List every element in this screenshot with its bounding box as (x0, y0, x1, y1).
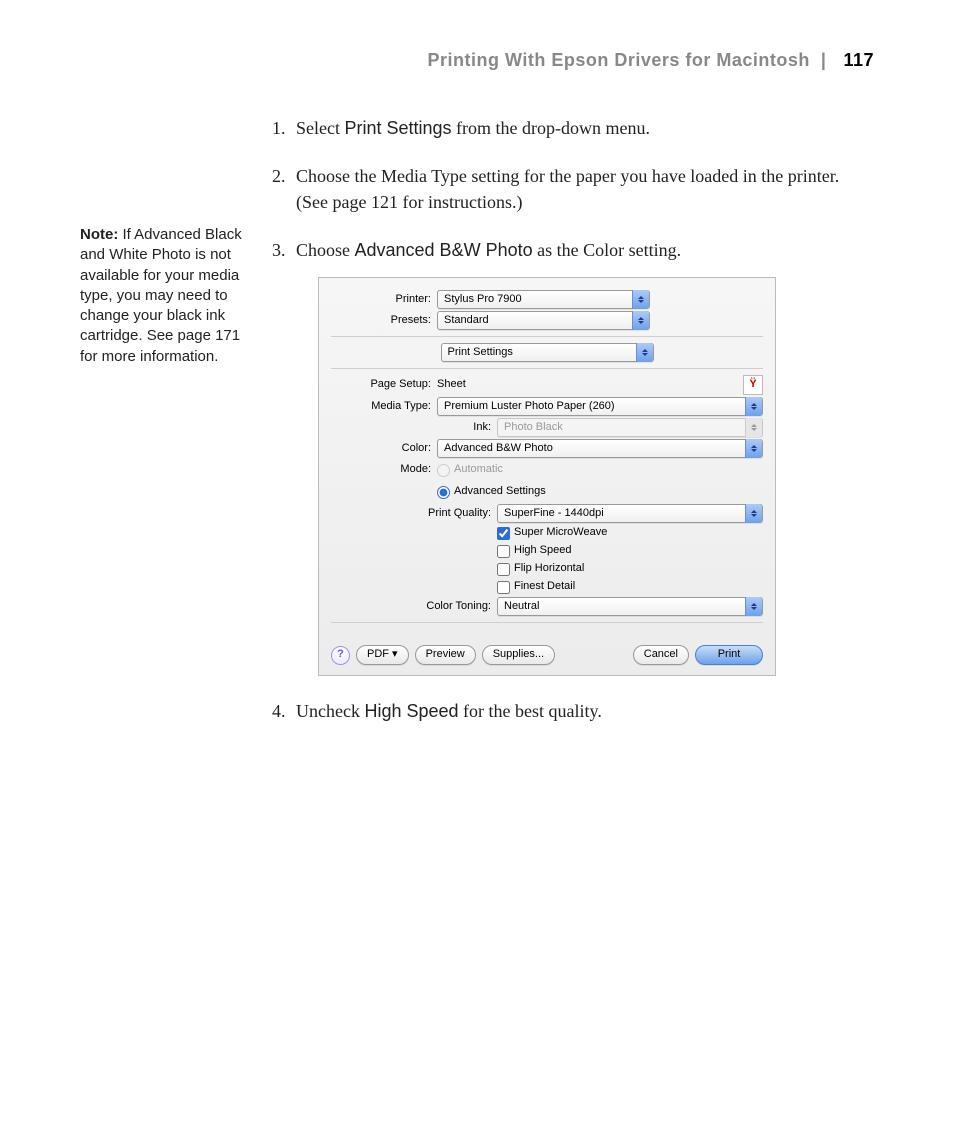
super-microweave-checkbox[interactable]: Super MicroWeave (497, 525, 763, 541)
page-header: Printing With Epson Drivers for Macintos… (80, 50, 874, 71)
chevron-updown-icon (745, 439, 762, 458)
step-4: Uncheck High Speed for the best quality. (290, 698, 874, 724)
chevron-updown-icon (745, 418, 762, 437)
print-dialog: Printer: Stylus Pro 7900 Presets: Standa… (318, 277, 776, 676)
note-text: If Advanced Black and White Photo is not… (80, 226, 242, 365)
flip-horizontal-checkbox[interactable]: Flip Horizontal (497, 561, 763, 577)
step-3: Choose Advanced B&W Photo as the Color s… (290, 237, 874, 676)
step-1: Select Print Settings from the drop-down… (290, 115, 874, 141)
mode-automatic-radio[interactable]: Automatic (437, 462, 503, 478)
label-printer: Printer: (331, 292, 437, 308)
supplies-button[interactable]: Supplies... (482, 645, 555, 665)
chevron-updown-icon (745, 397, 762, 416)
chevron-updown-icon (632, 290, 649, 309)
help-button[interactable]: ? (331, 646, 350, 665)
label-presets: Presets: (331, 313, 437, 329)
chevron-updown-icon (745, 504, 762, 523)
note-label: Note: (80, 226, 118, 243)
high-speed-checkbox[interactable]: High Speed (497, 543, 763, 559)
printer-select[interactable]: Stylus Pro 7900 (437, 290, 650, 309)
finest-detail-checkbox[interactable]: Finest Detail (497, 579, 763, 595)
instruction-list: Select Print Settings from the drop-down… (250, 115, 874, 724)
ui-term-print-settings: Print Settings (344, 118, 451, 138)
page-setup-value: Sheet (437, 377, 466, 393)
label-mode: Mode: (331, 462, 437, 478)
chapter-title: Printing With Epson Drivers for Macintos… (428, 50, 810, 70)
label-ink: Ink: (331, 420, 497, 436)
label-color: Color: (331, 441, 437, 457)
pane-select[interactable]: Print Settings (441, 343, 654, 362)
ui-term-high-speed: High Speed (364, 701, 458, 721)
chevron-updown-icon (745, 597, 762, 616)
label-page-setup: Page Setup: (331, 377, 437, 393)
ui-term-advanced-bw: Advanced B&W Photo (355, 240, 533, 260)
divider (331, 336, 763, 337)
step-2: Choose the Media Type setting for the pa… (290, 163, 874, 215)
ink-select: Photo Black (497, 418, 763, 437)
pdf-button[interactable]: PDF ▾ (356, 645, 409, 665)
header-sep: | (821, 50, 827, 70)
divider (331, 622, 763, 623)
margin-note: Note: If Advanced Black and White Photo … (80, 115, 250, 367)
label-print-quality: Print Quality: (331, 506, 497, 522)
print-quality-select[interactable]: SuperFine - 1440dpi (497, 504, 763, 523)
label-color-toning: Color Toning: (331, 599, 497, 615)
color-select[interactable]: Advanced B&W Photo (437, 439, 763, 458)
presets-select[interactable]: Standard (437, 311, 650, 330)
color-toning-select[interactable]: Neutral (497, 597, 763, 616)
ink-config-icon[interactable]: Ÿ (743, 375, 763, 395)
divider (331, 368, 763, 369)
print-button[interactable]: Print (695, 645, 763, 665)
chevron-updown-icon (636, 343, 653, 362)
page-number: 117 (843, 50, 874, 70)
media-type-select[interactable]: Premium Luster Photo Paper (260) (437, 397, 763, 416)
preview-button[interactable]: Preview (415, 645, 476, 665)
chevron-updown-icon (632, 311, 649, 330)
mode-advanced-radio[interactable]: Advanced Settings (437, 484, 546, 500)
cancel-button[interactable]: Cancel (633, 645, 689, 665)
label-media-type: Media Type: (331, 399, 437, 415)
